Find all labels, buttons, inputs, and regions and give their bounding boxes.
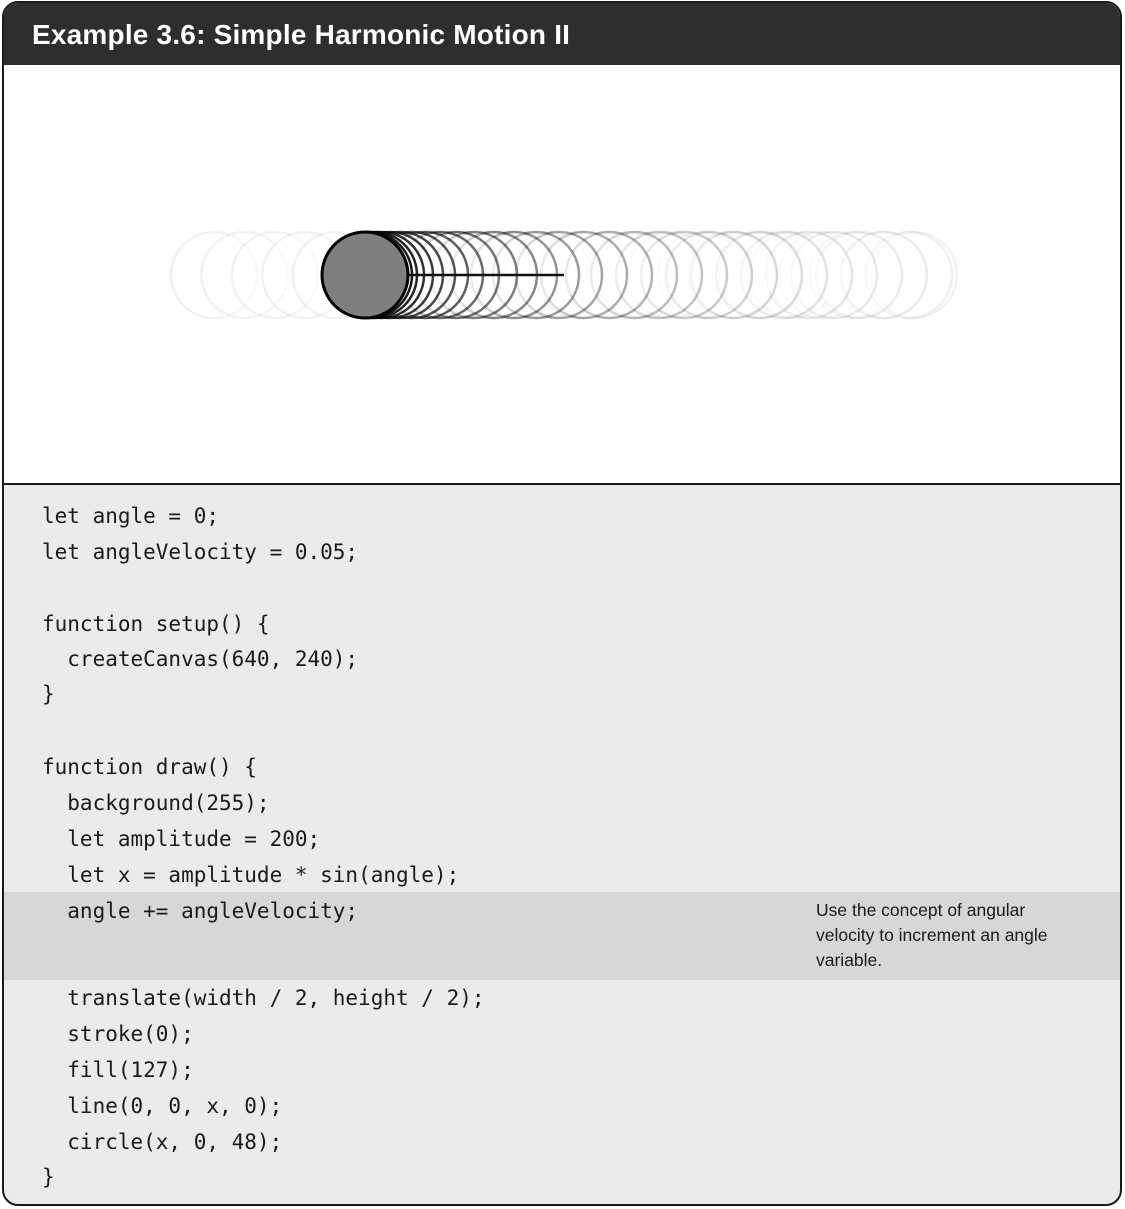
code-line-11: let x = amplitude * sin(angle); <box>42 863 460 887</box>
motion-trail-drawing <box>169 230 959 320</box>
code-line-15: stroke(0); <box>42 1022 194 1046</box>
code-line-6: } <box>42 682 55 706</box>
code-listing: let angle = 0; let angleVelocity = 0.05;… <box>4 485 1120 1204</box>
code-line-10: let amplitude = 200; <box>42 827 321 851</box>
code-line-5: createCanvas(640, 240); <box>42 647 359 671</box>
code-line-4: function setup() { <box>42 612 270 636</box>
code-line-17: line(0, 0, x, 0); <box>42 1094 283 1118</box>
example-figure: Example 3.6: Simple Harmonic Motion II l… <box>2 1 1122 1206</box>
code-line-12: angle += angleVelocity; <box>42 899 359 923</box>
code-line-8: function draw() { <box>42 755 257 779</box>
sketch-canvas <box>4 65 1120 485</box>
example-title: Example 3.6: Simple Harmonic Motion II <box>4 3 1120 65</box>
code-line-18: circle(x, 0, 48); <box>42 1130 283 1154</box>
code-line-9: background(255); <box>42 791 270 815</box>
code-line-16: fill(127); <box>42 1058 194 1082</box>
code-line-19: } <box>42 1165 55 1189</box>
code-line-2: let angleVelocity = 0.05; <box>42 540 359 564</box>
code-annotation: Use the concept of angular velocity to i… <box>816 900 1048 970</box>
code-line-1: let angle = 0; <box>42 504 220 528</box>
code-line-14: translate(width / 2, height / 2); <box>42 986 485 1010</box>
oscillating-circle <box>320 230 410 320</box>
